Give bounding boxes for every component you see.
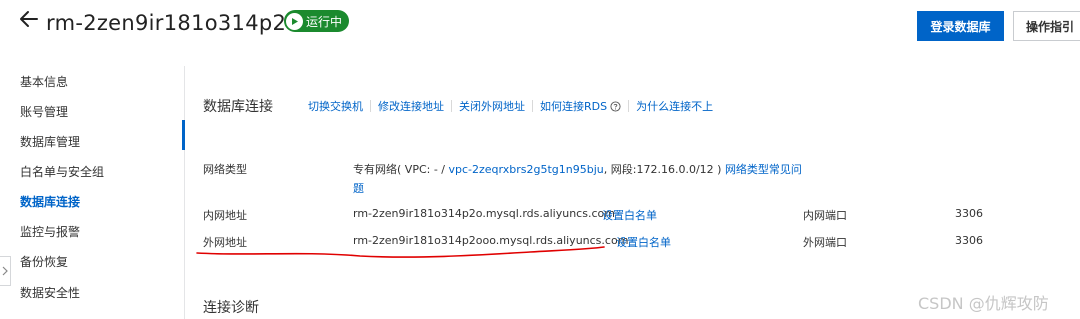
network-type-faq-link[interactable]: 网络类型常见问 <box>725 163 802 176</box>
network-type-value: 专有网络( VPC: - / vpc-2zeqrxbrs2g5tg1n95bju… <box>353 161 802 177</box>
link-divider <box>370 100 371 112</box>
sidebar-item-data-security[interactable]: 数据安全性 <box>20 285 80 301</box>
sidebar-item-basic-info[interactable]: 基本信息 <box>20 74 68 90</box>
section-title-connection-diagnosis: 连接诊断 <box>203 300 259 316</box>
sidebar-item-whitelist[interactable]: 白名单与安全组 <box>20 164 104 180</box>
status-text: 运行中 <box>306 14 343 29</box>
watermark: CSDN @仇辉攻防 <box>918 294 1049 313</box>
intranet-port-label: 内网端口 <box>803 209 847 222</box>
public-address-label: 外网地址 <box>203 236 247 249</box>
link-divider <box>451 100 452 112</box>
vpc-id-link[interactable]: vpc-2zeqrxbrs2g5tg1n95bju <box>449 163 604 176</box>
why-cannot-connect-link[interactable]: 为什么连接不上 <box>636 98 713 114</box>
intranet-whitelist-link[interactable]: 设置白名单 <box>602 207 657 223</box>
help-icon <box>610 100 621 112</box>
login-database-button[interactable]: 登录数据库 <box>917 11 1004 41</box>
close-public-address-link[interactable]: 关闭外网地址 <box>459 98 525 114</box>
network-type-label: 网络类型 <box>203 163 247 176</box>
sidebar-item-db-connection[interactable]: 数据库连接 <box>20 194 80 210</box>
network-type-faq-link-cont[interactable]: 题 <box>353 180 364 196</box>
network-type-prefix: 专有网络( VPC: - / <box>353 163 449 176</box>
play-icon <box>286 12 303 30</box>
instance-title: rm-2zen9ir181o314p2o <box>46 11 300 35</box>
section-title-db-connection: 数据库连接 <box>203 99 273 115</box>
page-header: rm-2zen9ir181o314p2o 运行中 登录数据库 操作指引 <box>0 0 1080 52</box>
modify-address-link[interactable]: 修改连接地址 <box>378 98 444 114</box>
public-address-value: rm-2zen9ir181o314p2ooo.mysql.rds.aliyunc… <box>353 234 629 247</box>
sidebar-item-monitoring[interactable]: 监控与报警 <box>20 224 80 240</box>
public-port-label: 外网端口 <box>803 236 847 249</box>
intranet-address-label: 内网地址 <box>203 209 247 222</box>
public-port-value: 3306 <box>955 234 983 247</box>
how-to-connect-label: 如何连接RDS <box>540 100 608 113</box>
sidebar-item-accounts[interactable]: 账号管理 <box>20 104 68 120</box>
intranet-port-value: 3306 <box>955 207 983 220</box>
public-whitelist-link[interactable]: 设置白名单 <box>616 234 671 250</box>
intranet-address-value: rm-2zen9ir181o314p2o.mysql.rds.aliyuncs.… <box>353 207 615 220</box>
chevron-right-icon <box>2 266 8 276</box>
switch-vswitch-link[interactable]: 切换交换机 <box>308 98 363 114</box>
network-type-faq-link-wrap[interactable]: 题 <box>353 182 364 195</box>
status-badge: 运行中 <box>284 10 350 32</box>
link-divider <box>532 100 533 112</box>
active-nav-indicator <box>182 120 185 150</box>
connection-action-links: 切换交换机 修改连接地址 关闭外网地址 如何连接RDS 为什么连接不上 <box>308 98 713 114</box>
sidebar-collapse-toggle[interactable] <box>0 256 11 286</box>
operation-guide-button[interactable]: 操作指引 <box>1013 11 1080 41</box>
network-segment: , 网段:172.16.0.0/12 ) <box>603 163 725 176</box>
link-divider <box>628 100 630 112</box>
sidebar-item-databases[interactable]: 数据库管理 <box>20 134 80 150</box>
back-arrow-icon[interactable] <box>18 8 40 30</box>
sidebar-item-backup[interactable]: 备份恢复 <box>20 254 68 270</box>
how-to-connect-link[interactable]: 如何连接RDS <box>540 98 621 114</box>
